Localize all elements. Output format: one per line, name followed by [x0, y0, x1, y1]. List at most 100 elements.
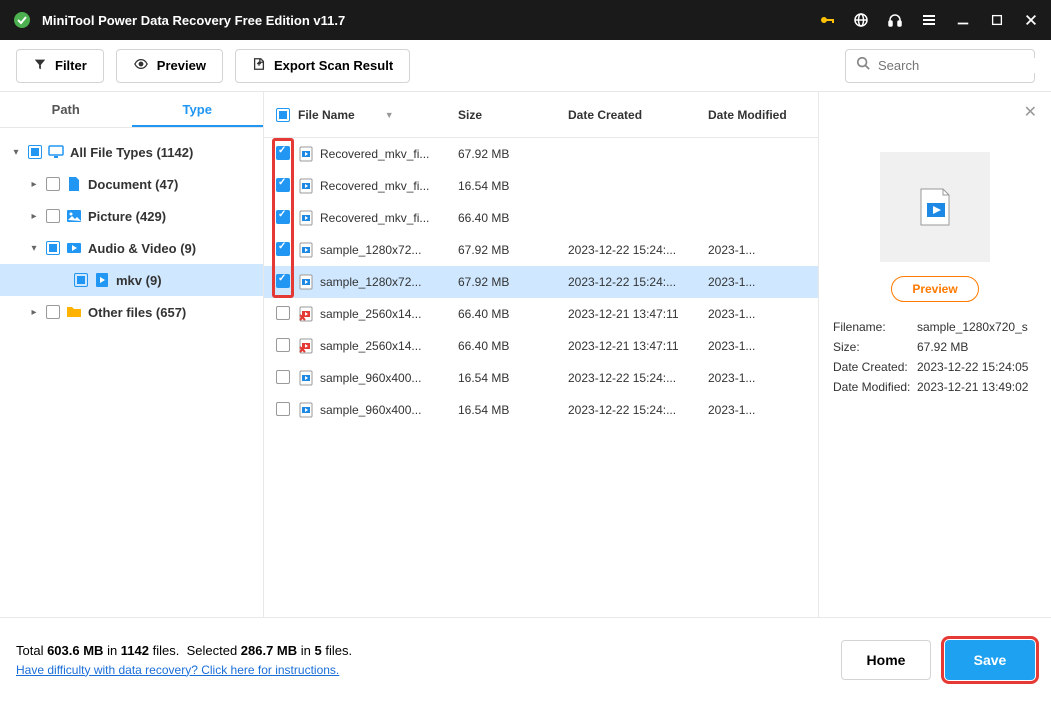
app-logo-icon — [12, 10, 32, 30]
tab-path[interactable]: Path — [0, 92, 132, 127]
chevron-right-icon[interactable]: ▸ — [28, 211, 40, 222]
menu-icon[interactable] — [921, 12, 937, 28]
file-date-created: 2023-12-21 13:47:11 — [568, 339, 708, 353]
col-date-created[interactable]: Date Created — [568, 108, 708, 122]
chevron-down-icon[interactable]: ▾ — [10, 147, 22, 158]
meta-size-value: 67.92 MB — [917, 340, 1037, 354]
row-checkbox[interactable] — [276, 178, 290, 192]
filter-label: Filter — [55, 58, 87, 73]
file-date-created: 2023-12-21 13:47:11 — [568, 307, 708, 321]
video-icon — [66, 240, 82, 256]
file-name: sample_2560x14... — [320, 339, 421, 353]
key-icon[interactable] — [819, 12, 835, 28]
video-file-icon — [298, 338, 314, 354]
export-icon — [252, 57, 266, 74]
globe-icon[interactable] — [853, 12, 869, 28]
row-checkbox[interactable] — [276, 146, 290, 160]
checkbox[interactable] — [46, 209, 60, 223]
table-row[interactable]: Recovered_mkv_fi...67.92 MB — [264, 138, 818, 170]
tree-all-file-types[interactable]: ▾ All File Types (1142) — [0, 136, 263, 168]
video-file-icon — [298, 306, 314, 322]
preview-panel: ✕ Preview Filename:sample_1280x720_s Siz… — [819, 92, 1051, 617]
checkbox[interactable] — [46, 305, 60, 319]
video-file-icon — [298, 370, 314, 386]
help-link[interactable]: Have difficulty with data recovery? Clic… — [16, 663, 339, 677]
file-date-modified: 2023-1... — [708, 275, 788, 289]
folder-icon — [66, 304, 82, 320]
table-row[interactable]: sample_960x400...16.54 MB2023-12-22 15:2… — [264, 362, 818, 394]
row-checkbox[interactable] — [276, 210, 290, 224]
row-checkbox[interactable] — [276, 274, 290, 288]
search-box[interactable] — [845, 49, 1035, 83]
col-date-modified[interactable]: Date Modified — [708, 108, 788, 122]
table-row[interactable]: sample_1280x72...67.92 MB2023-12-22 15:2… — [264, 266, 818, 298]
table-row[interactable]: sample_960x400...16.54 MB2023-12-22 15:2… — [264, 394, 818, 426]
file-name: Recovered_mkv_fi... — [320, 179, 429, 193]
file-size: 66.40 MB — [458, 307, 568, 321]
checkbox[interactable] — [28, 145, 42, 159]
col-filename[interactable]: File Name▼ — [298, 108, 458, 122]
maximize-icon[interactable] — [989, 12, 1005, 28]
chevron-right-icon[interactable]: ▸ — [28, 179, 40, 190]
checkbox[interactable] — [46, 177, 60, 191]
col-size[interactable]: Size — [458, 108, 568, 122]
file-date-modified: 2023-1... — [708, 371, 788, 385]
tree-picture[interactable]: ▸ Picture (429) — [0, 200, 263, 232]
file-size: 67.92 MB — [458, 243, 568, 257]
file-name: Recovered_mkv_fi... — [320, 211, 429, 225]
chevron-down-icon[interactable]: ▾ — [28, 243, 40, 254]
table-row[interactable]: Recovered_mkv_fi... 16.54 MB — [264, 170, 818, 202]
meta-size-key: Size: — [833, 340, 917, 354]
table-body: Recovered_mkv_fi...67.92 MBRecovered_mkv… — [264, 138, 818, 617]
home-button[interactable]: Home — [841, 640, 931, 680]
chevron-right-icon[interactable]: ▸ — [28, 307, 40, 318]
tree-document[interactable]: ▸ Document (47) — [0, 168, 263, 200]
headphones-icon[interactable] — [887, 12, 903, 28]
picture-icon — [66, 208, 82, 224]
video-file-icon — [298, 402, 314, 418]
table-row[interactable]: sample_2560x14... 66.40 MB2023-12-21 13:4… — [264, 330, 818, 362]
file-date-modified: 2023-1... — [708, 339, 788, 353]
row-checkbox[interactable] — [276, 338, 290, 352]
tree-label: Picture (429) — [88, 209, 166, 224]
file-size: 66.40 MB — [458, 339, 568, 353]
row-checkbox[interactable] — [276, 402, 290, 416]
file-date-modified: 2023-1... — [708, 403, 788, 417]
checkbox[interactable] — [46, 241, 60, 255]
meta-filename-value: sample_1280x720_s — [917, 320, 1037, 334]
footer-info: Total 603.6 MB in 1142 files. Selected 2… — [16, 643, 352, 677]
export-button[interactable]: Export Scan Result — [235, 49, 410, 83]
file-name: sample_1280x72... — [320, 275, 421, 289]
row-checkbox[interactable] — [276, 370, 290, 384]
table-row[interactable]: sample_1280x72...67.92 MB2023-12-22 15:2… — [264, 234, 818, 266]
minimize-icon[interactable] — [955, 12, 971, 28]
select-all-checkbox[interactable] — [276, 108, 290, 122]
file-date-modified: 2023-1... — [708, 243, 788, 257]
video-file-icon — [298, 178, 314, 194]
app-title: MiniTool Power Data Recovery Free Editio… — [42, 13, 819, 28]
file-size: 16.54 MB — [458, 179, 568, 193]
preview-button[interactable]: Preview — [891, 276, 978, 302]
funnel-icon — [33, 57, 47, 74]
row-checkbox[interactable] — [276, 242, 290, 256]
file-date-created: 2023-12-22 15:24:... — [568, 371, 708, 385]
close-icon[interactable] — [1023, 12, 1039, 28]
search-input[interactable] — [878, 58, 1051, 73]
tree-mkv[interactable]: mkv (9) — [0, 264, 263, 296]
filter-button[interactable]: Filter — [16, 49, 104, 83]
table-row[interactable]: Recovered_mkv_fi...66.40 MB — [264, 202, 818, 234]
tree-other[interactable]: ▸ Other files (657) — [0, 296, 263, 328]
toolbar: Filter Preview Export Scan Result — [0, 40, 1051, 92]
file-name: sample_960x400... — [320, 403, 421, 417]
left-panel: Path Type ▾ All File Types (1142) ▸ Docu… — [0, 92, 264, 617]
preview-label: Preview — [157, 58, 206, 73]
checkbox[interactable] — [74, 273, 88, 287]
tree-audio-video[interactable]: ▾ Audio & Video (9) — [0, 232, 263, 264]
row-checkbox[interactable] — [276, 306, 290, 320]
export-label: Export Scan Result — [274, 58, 393, 73]
table-row[interactable]: sample_2560x14...66.40 MB2023-12-21 13:4… — [264, 298, 818, 330]
tab-type[interactable]: Type — [132, 92, 264, 127]
preview-toolbar-button[interactable]: Preview — [116, 49, 223, 83]
save-button[interactable]: Save — [945, 640, 1035, 680]
close-preview-icon[interactable]: ✕ — [1024, 102, 1037, 122]
